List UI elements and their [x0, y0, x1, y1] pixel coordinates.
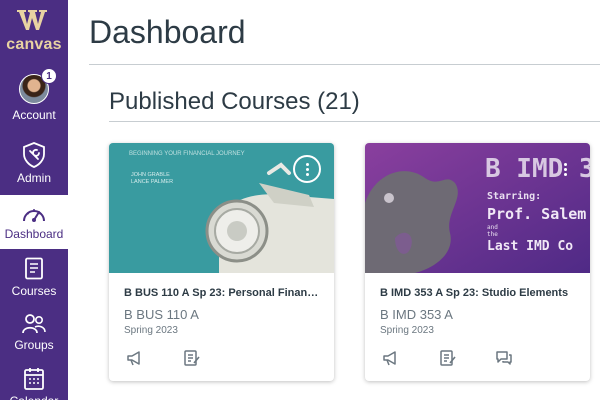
nav-calendar-label: Calendar	[9, 394, 59, 408]
nav-groups[interactable]: Groups	[0, 313, 68, 352]
book-icon	[25, 257, 43, 280]
nav-admin-label: Admin	[16, 171, 51, 185]
nav-courses[interactable]: Courses	[0, 257, 68, 298]
announcements-icon[interactable]	[382, 349, 400, 367]
course-code: B BUS 110 A	[124, 307, 199, 322]
nav-courses-label: Courses	[11, 284, 57, 298]
kebab-dot	[564, 173, 567, 176]
shield-wrench-icon	[23, 142, 45, 168]
section-divider	[109, 121, 600, 122]
hero-line-4b: the	[487, 231, 498, 238]
hero-author-2: LANCE PALMER	[131, 179, 173, 185]
section-title: Published Courses (21)	[109, 88, 360, 115]
nav-dashboard[interactable]: Dashboard	[0, 195, 68, 249]
hero-line-4a: and	[487, 224, 498, 231]
card-options-button[interactable]	[293, 155, 321, 183]
kebab-dot	[306, 168, 309, 171]
assignments-icon[interactable]	[439, 349, 457, 367]
kebab-dot	[564, 168, 567, 171]
course-name-link[interactable]: B IMD 353 A Sp 23: Studio Elements	[380, 287, 575, 299]
announcements-icon[interactable]	[126, 349, 144, 367]
hero-line-3: Prof. Salem	[487, 205, 586, 223]
hero-line-2: Starring:	[487, 190, 541, 202]
nav-dashboard-label: Dashboard	[4, 227, 64, 241]
hero-subtitle: BEGINNING YOUR FINANCIAL JOURNEY	[129, 151, 245, 157]
card-options-button[interactable]	[551, 155, 579, 183]
account-avatar-wrap: 1	[19, 68, 57, 104]
global-nav-sidebar: canvas 1 Account Admin Dashboard Courses…	[0, 0, 68, 408]
hero-author-1: JOHN GRABLE	[131, 172, 170, 178]
nav-admin[interactable]: Admin	[0, 142, 68, 185]
brand-logo[interactable]: canvas	[0, 8, 68, 54]
assignments-icon[interactable]	[183, 349, 201, 367]
hero-line-5: Last IMD Co	[487, 239, 573, 254]
nav-calendar[interactable]: Calendar	[0, 367, 68, 408]
course-name-link[interactable]: B BUS 110 A Sp 23: Personal Finance	[124, 287, 319, 299]
course-card[interactable]: B IMD 3 Starring: Prof. Salem and the La…	[365, 143, 590, 381]
course-term: Spring 2023	[380, 325, 434, 336]
notification-badge: 1	[41, 68, 57, 84]
title-divider	[89, 64, 600, 65]
course-card[interactable]: BEGINNING YOUR FINANCIAL JOURNEY JOHN GR…	[109, 143, 334, 381]
w-logo-icon	[17, 10, 47, 30]
kebab-dot	[306, 163, 309, 166]
brand-wordmark: canvas	[6, 36, 62, 53]
kebab-dot	[306, 173, 309, 176]
nav-groups-label: Groups	[14, 338, 54, 352]
calendar-icon	[24, 368, 44, 390]
kebab-dot	[564, 163, 567, 166]
nav-account-label: Account	[12, 108, 56, 122]
dashboard-gauge-icon	[23, 209, 45, 222]
page-title: Dashboard	[89, 14, 246, 50]
course-code: B IMD 353 A	[380, 307, 453, 322]
course-term: Spring 2023	[124, 325, 178, 336]
nav-account[interactable]: 1 Account	[0, 68, 68, 122]
groups-icon	[22, 314, 46, 334]
discussions-icon[interactable]	[495, 349, 513, 367]
